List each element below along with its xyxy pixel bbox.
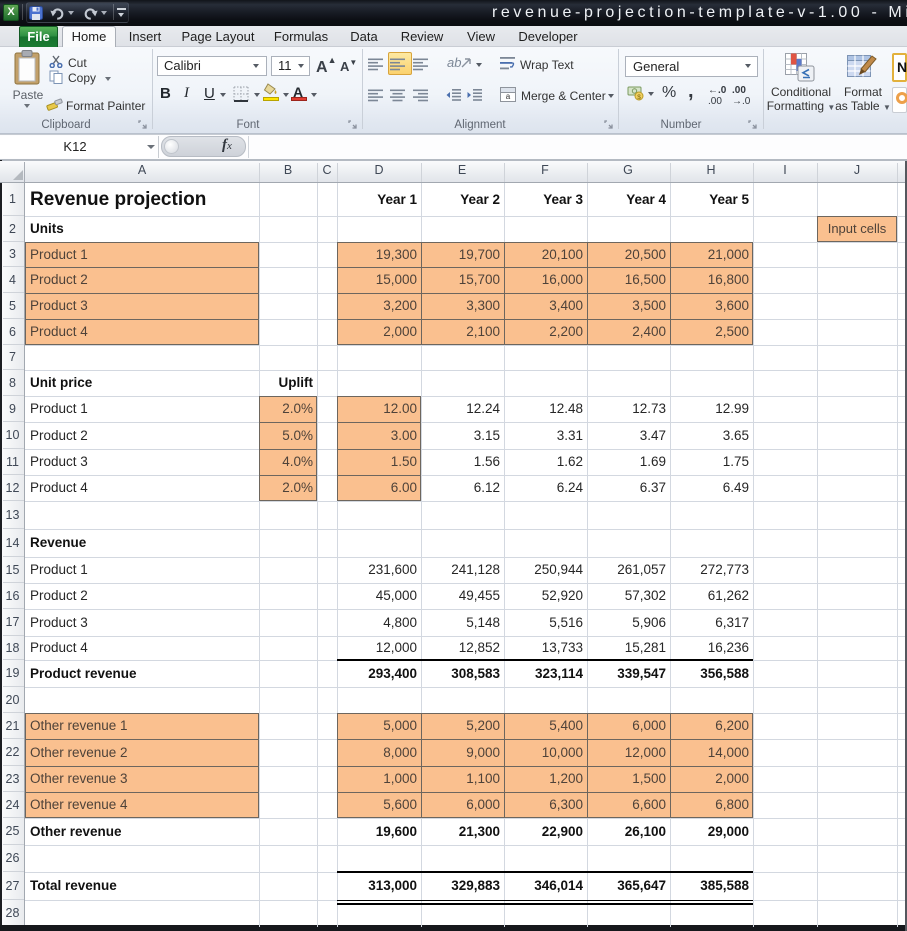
svg-text:a: a: [506, 92, 511, 101]
svg-text:$: $: [637, 94, 641, 101]
